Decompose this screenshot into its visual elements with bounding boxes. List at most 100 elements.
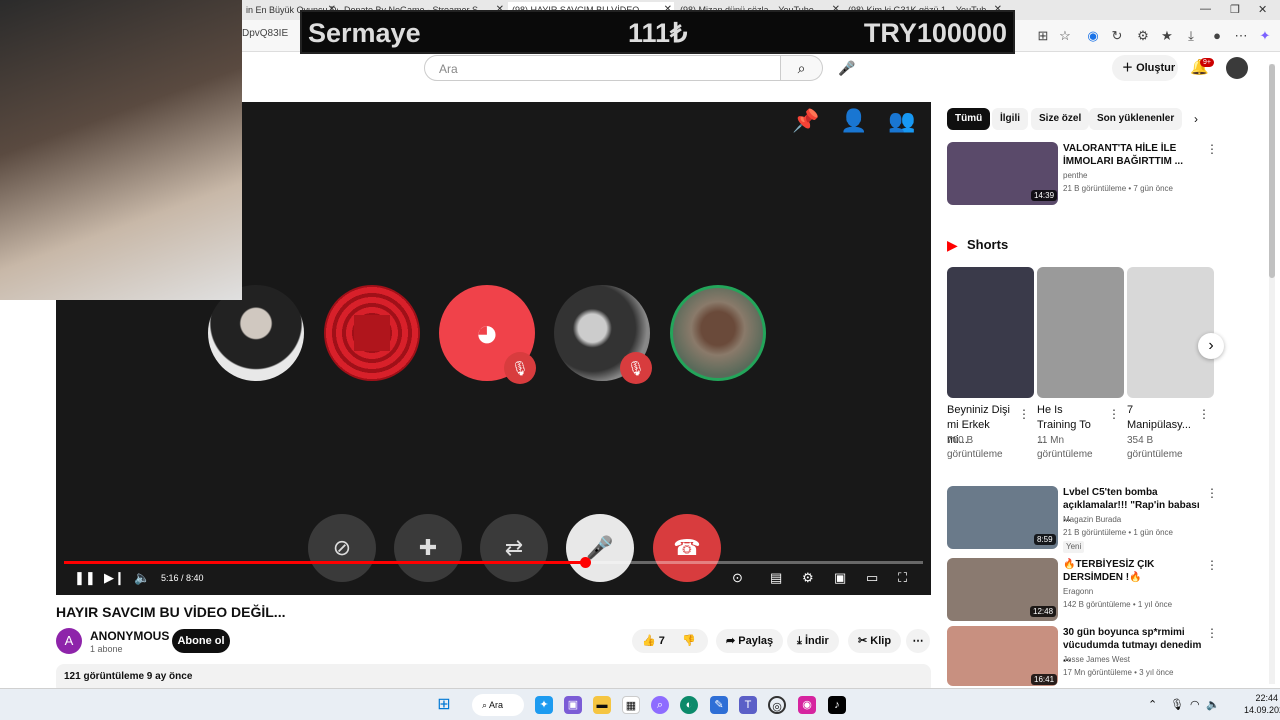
edge-icon[interactable]: ◐: [680, 696, 698, 714]
chevron-right-icon[interactable]: ›: [1194, 112, 1198, 126]
mic-icon[interactable]: 🎤: [834, 55, 860, 81]
more-icon[interactable]: ⋮: [1206, 626, 1218, 640]
maximize-icon[interactable]: ❐: [1230, 3, 1240, 16]
download-icon: ⤓: [797, 635, 802, 647]
create-button[interactable]: ＋ Oluştur: [1112, 55, 1178, 81]
more-icon[interactable]: ⋮: [1206, 142, 1218, 156]
clip-button[interactable]: ✂ Klip: [848, 629, 902, 653]
avatar[interactable]: [1226, 57, 1248, 79]
chip-related[interactable]: İlgili: [992, 108, 1028, 130]
subtitles-icon[interactable]: ▤: [770, 570, 782, 586]
channel-name[interactable]: Magazin Burada: [1063, 514, 1121, 526]
donation-overlay: Sermaye 111₺ TRY100000: [300, 10, 1015, 54]
taskbar: [0, 688, 1280, 720]
video-title[interactable]: VALORANT'TA HİLE İLE İMMOLARI BAĞIRTTIM …: [1063, 142, 1203, 168]
more-icon[interactable]: ⋮: [1108, 407, 1120, 421]
chip-all[interactable]: Tümü: [947, 108, 991, 130]
channel-name[interactable]: Eragonn: [1063, 586, 1093, 598]
members-icon[interactable]: 👥: [888, 108, 915, 134]
add-user-icon[interactable]: 👤: [840, 108, 867, 134]
volume-icon[interactable]: 🔈: [134, 570, 150, 586]
app-icon[interactable]: ▣: [564, 696, 582, 714]
more-icon[interactable]: ⋮: [1206, 558, 1218, 572]
hangup-icon: ☎: [653, 514, 721, 582]
autoplay-toggle[interactable]: ⊙: [732, 570, 743, 586]
store-icon[interactable]: ▦: [622, 696, 640, 714]
refresh-icon[interactable]: ↻: [1108, 28, 1126, 44]
windows-start-icon[interactable]: ⊞: [435, 696, 453, 714]
folder-icon[interactable]: ▬: [593, 696, 611, 714]
channel-avatar[interactable]: A: [56, 628, 82, 654]
volume-icon[interactable]: 🔈: [1206, 698, 1220, 711]
channel-name[interactable]: Jesse James West: [1063, 654, 1130, 666]
pause-icon[interactable]: ❚❚: [74, 570, 96, 586]
miniplayer-icon[interactable]: ▣: [834, 570, 846, 586]
thumbs-down-icon[interactable]: 👎: [682, 635, 696, 647]
video-meta: 21 B görüntüleme • 7 gün önce: [1063, 184, 1173, 193]
subscribe-button[interactable]: Abone ol: [172, 629, 230, 653]
instagram-icon[interactable]: ◉: [798, 696, 816, 714]
participant-avatar-speaking: [670, 285, 766, 381]
channel-name[interactable]: ANONYMOUS: [90, 629, 169, 643]
clip-label: Klip: [870, 635, 892, 647]
chevron-up-icon[interactable]: ⌃: [1148, 698, 1157, 711]
search-input[interactable]: Ara: [424, 55, 781, 81]
favorites-icon[interactable]: ★: [1158, 28, 1176, 44]
extensions-icon[interactable]: ⚙: [1134, 28, 1152, 44]
chip-recent[interactable]: Son yüklenenler: [1089, 108, 1183, 130]
app-icon[interactable]: ✎: [710, 696, 728, 714]
url-text[interactable]: DpvQ83IE: [242, 28, 288, 39]
search-icon[interactable]: ⌕: [781, 55, 823, 81]
fullscreen-icon[interactable]: ⛶: [898, 570, 907, 586]
short-thumbnail[interactable]: [1037, 267, 1124, 398]
search-app-icon[interactable]: ⌕: [651, 696, 669, 714]
copilot-icon[interactable]: ✦: [1256, 28, 1274, 44]
overlay-amount: 111₺: [628, 18, 688, 48]
download-icon[interactable]: ⤓: [1182, 28, 1200, 44]
progress-bar[interactable]: [64, 557, 923, 568]
more-icon[interactable]: ⋮: [1018, 407, 1030, 421]
close-window-icon[interactable]: ✕: [1258, 3, 1267, 16]
app-icon[interactable]: ⊞: [1034, 28, 1052, 44]
share-button[interactable]: ➦ Paylaş: [716, 629, 784, 653]
short-title[interactable]: 7 Manipülasy...: [1127, 403, 1193, 433]
chevron-right-icon[interactable]: ›: [1198, 333, 1224, 359]
channel-name[interactable]: penthe: [1063, 170, 1087, 182]
profile-icon[interactable]: ●: [1208, 28, 1226, 43]
short-thumbnail[interactable]: [1127, 267, 1214, 398]
more-icon[interactable]: ⋯: [1232, 28, 1250, 44]
clock[interactable]: 22:44 14.09.2025: [1244, 692, 1280, 716]
extension-icon[interactable]: ◉: [1084, 28, 1102, 44]
views-date: 121 görüntüleme 9 ay önce: [64, 671, 193, 682]
tiktok-icon[interactable]: ♪: [828, 696, 846, 714]
star-icon[interactable]: ☆: [1056, 28, 1074, 44]
censor-block: [354, 315, 390, 351]
activities-icon: ✚: [394, 514, 462, 582]
notification-badge: 9+: [1200, 58, 1214, 67]
chip-for-you[interactable]: Size özel: [1031, 108, 1090, 130]
muted-icon: 🎙: [620, 352, 652, 384]
like-button[interactable]: 👍 7 👎: [632, 629, 708, 653]
teams-icon[interactable]: T: [739, 696, 757, 714]
pin-icon[interactable]: 📌: [792, 108, 819, 134]
twitter-icon[interactable]: ✦: [535, 696, 553, 714]
theater-icon[interactable]: ▭: [866, 570, 878, 586]
chrome-icon[interactable]: ◎: [768, 696, 786, 714]
taskbar-search[interactable]: ⌕ Ara: [472, 694, 524, 716]
mic-icon[interactable]: 🎙: [1170, 698, 1184, 711]
clock-date: 14.09.2025: [1244, 705, 1280, 715]
mic-control-icon: 🎤: [566, 514, 634, 582]
short-thumbnail[interactable]: [947, 267, 1034, 398]
video-title[interactable]: 🔥TERBİYESİZ ÇIK DERSİMDEN !🔥: [1063, 558, 1203, 584]
scrollbar-thumb[interactable]: [1269, 64, 1275, 278]
more-icon[interactable]: ⋮: [1198, 407, 1210, 421]
download-button[interactable]: ⤓ İndir: [787, 629, 839, 653]
duration-badge: 16:41: [1031, 674, 1058, 685]
minimize-icon[interactable]: —: [1200, 3, 1211, 15]
wifi-icon[interactable]: ◠: [1190, 698, 1200, 711]
video-title: HAYIR SAVCIM BU VİDEO DEĞİL...: [56, 604, 286, 620]
more-icon[interactable]: ⋮: [1206, 486, 1218, 500]
more-actions-button[interactable]: ⋯: [906, 629, 930, 653]
settings-icon[interactable]: ⚙: [802, 570, 814, 586]
next-icon[interactable]: ▶❙: [104, 570, 125, 586]
